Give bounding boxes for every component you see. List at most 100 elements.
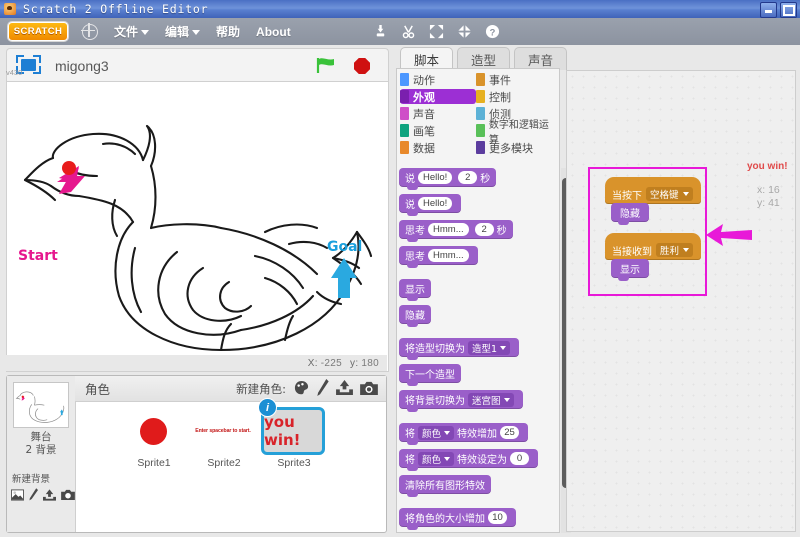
coord-y-label: y: — [350, 357, 359, 369]
magenta-left-arrow-icon — [706, 222, 752, 251]
chevron-down-icon — [682, 192, 689, 196]
camera-backdrop-icon[interactable] — [61, 489, 75, 503]
block-label: 特效设定为 — [457, 455, 508, 466]
block-dropdown[interactable]: 造型1 — [468, 340, 511, 355]
hat-block-dropdown[interactable]: 空格键 — [646, 187, 693, 201]
menu-help[interactable]: 帮助 — [216, 23, 240, 40]
block-text-input[interactable]: Hello! — [418, 171, 453, 184]
palette-block-switch-costume[interactable]: 将造型切换为 造型1 — [399, 338, 520, 360]
category-label: 画笔 — [413, 124, 435, 138]
tab-scripts[interactable]: 脚本 — [400, 47, 454, 70]
hat-block-label: 当接收到 — [612, 246, 652, 258]
palette-block-say[interactable]: 说 Hello! — [399, 194, 462, 216]
coord-y-value: 180 — [361, 357, 379, 369]
block-number-input[interactable]: 25 — [500, 426, 520, 439]
sprite-item-1[interactable]: Sprite1 — [121, 407, 187, 469]
stage-canvas[interactable]: Start Goal — [6, 81, 389, 372]
category-label: 声音 — [413, 107, 435, 121]
palette-block-think[interactable]: 思考 Hmm... — [399, 246, 478, 268]
hat-block-when-key-pressed[interactable]: 当按下 空格键 — [605, 177, 701, 204]
sprite-item-2[interactable]: Enter spacebar to start. Sprite2 — [191, 407, 257, 469]
block-dropdown[interactable]: 迷宫图 — [468, 392, 514, 407]
stop-icon[interactable] — [354, 58, 370, 74]
stage-thumbnail[interactable] — [13, 382, 69, 428]
block-number-input[interactable]: 10 — [488, 511, 507, 524]
shrink-icon[interactable] — [457, 24, 472, 39]
category-operators[interactable]: 数字和逻辑运算 — [476, 120, 558, 146]
palette-block-next-costume[interactable]: 下一个造型 — [399, 364, 461, 386]
category-data[interactable]: 数据 — [400, 140, 476, 155]
chevron-down-icon — [192, 30, 201, 35]
choose-backdrop-icon[interactable] — [11, 488, 24, 504]
tab-sounds[interactable]: 声音 — [514, 47, 568, 70]
category-motion[interactable]: 动作 — [400, 72, 476, 87]
cut-scissors-icon[interactable] — [401, 24, 416, 39]
block-number-input[interactable]: 0 — [510, 452, 530, 465]
duplicate-stamp-icon[interactable] — [373, 24, 388, 39]
palette-block-show[interactable]: 显示 — [399, 279, 431, 301]
tab-costumes[interactable]: 造型 — [457, 47, 511, 70]
sprite-thumbnail[interactable]: Enter spacebar to start. — [191, 407, 255, 455]
project-name[interactable]: migong3 — [55, 58, 109, 74]
block-dropdown[interactable]: 颜色 — [418, 425, 455, 440]
editor-tabs: 脚本 造型 声音 — [400, 47, 568, 70]
sprite-item-3-selected[interactable]: i you win! Sprite3 — [258, 398, 327, 469]
svg-text:?: ? — [490, 27, 496, 37]
script-canvas[interactable]: you win! x: 16 y: 41 — [566, 70, 796, 532]
block-text-input[interactable]: Hmm... — [428, 249, 469, 262]
start-label: Start — [18, 248, 58, 264]
palette-block-change-size[interactable]: 将角色的大小增加 10 — [399, 508, 516, 530]
hat-block-label: 当按下 — [612, 190, 642, 202]
palette-block-clear-effects[interactable]: 清除所有图形特效 — [399, 475, 491, 497]
sprite-info-icon[interactable]: i — [258, 398, 277, 417]
menu-file[interactable]: 文件 — [114, 23, 150, 40]
category-events[interactable]: 事件 — [476, 72, 558, 87]
paint-new-icon[interactable] — [293, 380, 310, 399]
block-number-input[interactable]: 2 — [458, 171, 478, 184]
coord-x-value: -225 — [320, 357, 343, 369]
block-text-input[interactable]: Hello! — [418, 197, 453, 210]
block-show[interactable]: 显示 — [611, 259, 649, 281]
palette-block-change-effect[interactable]: 将 颜色 特效增加 25 — [399, 423, 529, 445]
palette-block-set-effect[interactable]: 将 颜色 特效设定为 0 — [399, 449, 539, 471]
menu-about[interactable]: About — [256, 25, 291, 39]
green-flag-icon[interactable] — [316, 57, 336, 77]
sprite-pane: 舞台 2 背景 新建背景 角色 新建角色: Sprite1 Enter spac… — [6, 375, 387, 533]
palette-block-think-for-secs[interactable]: 思考 Hmm... 2 秒 — [399, 220, 513, 242]
maximize-button[interactable] — [780, 2, 797, 18]
minimize-button[interactable] — [760, 2, 777, 18]
palette-block-say-for-secs[interactable]: 说 Hello! 2 秒 — [399, 168, 497, 190]
block-text-input[interactable]: Hmm... — [428, 223, 469, 236]
category-pen[interactable]: 画笔 — [400, 123, 476, 138]
globe-icon[interactable] — [81, 22, 98, 40]
sprite-thumbnail[interactable] — [121, 407, 185, 455]
script-stack-when-key-pressed[interactable]: 当按下 空格键 隐藏 — [605, 177, 701, 225]
block-dropdown[interactable]: 颜色 — [418, 451, 455, 466]
palette-block-switch-backdrop[interactable]: 将背景切换为 迷宫图 — [399, 390, 523, 412]
block-label: 思考 — [405, 226, 425, 237]
block-label: 秒 — [496, 226, 507, 237]
scratch-logo[interactable]: SCRATCH — [8, 22, 68, 41]
chevron-down-icon — [141, 30, 150, 35]
chevron-down-icon — [444, 430, 451, 435]
choose-from-library-icon[interactable] — [317, 379, 329, 399]
hat-block-dropdown[interactable]: 胜利 — [656, 243, 694, 257]
category-control[interactable]: 控制 — [476, 89, 558, 104]
hat-block-when-i-receive[interactable]: 当接收到 胜利 — [605, 233, 702, 260]
category-looks[interactable]: 外观 — [400, 89, 476, 104]
category-more-blocks[interactable]: 更多模块 — [476, 140, 558, 155]
script-stack-when-broadcast-received[interactable]: 当接收到 胜利 显示 — [605, 233, 702, 281]
upload-sprite-icon[interactable] — [336, 380, 353, 398]
block-number-input[interactable]: 2 — [474, 223, 494, 236]
stage-selector-cell[interactable]: 舞台 2 背景 新建背景 — [7, 376, 76, 532]
grow-icon[interactable] — [429, 24, 444, 39]
block-label: 说 — [405, 200, 415, 211]
paint-backdrop-icon[interactable] — [29, 488, 38, 504]
menu-edit[interactable]: 编辑 — [165, 23, 201, 40]
category-sound[interactable]: 声音 — [400, 106, 476, 121]
camera-icon[interactable] — [360, 381, 378, 398]
upload-backdrop-icon[interactable] — [43, 488, 56, 504]
block-hide[interactable]: 隐藏 — [611, 203, 649, 225]
palette-block-hide[interactable]: 隐藏 — [399, 305, 431, 327]
help-icon[interactable]: ? — [485, 24, 500, 39]
